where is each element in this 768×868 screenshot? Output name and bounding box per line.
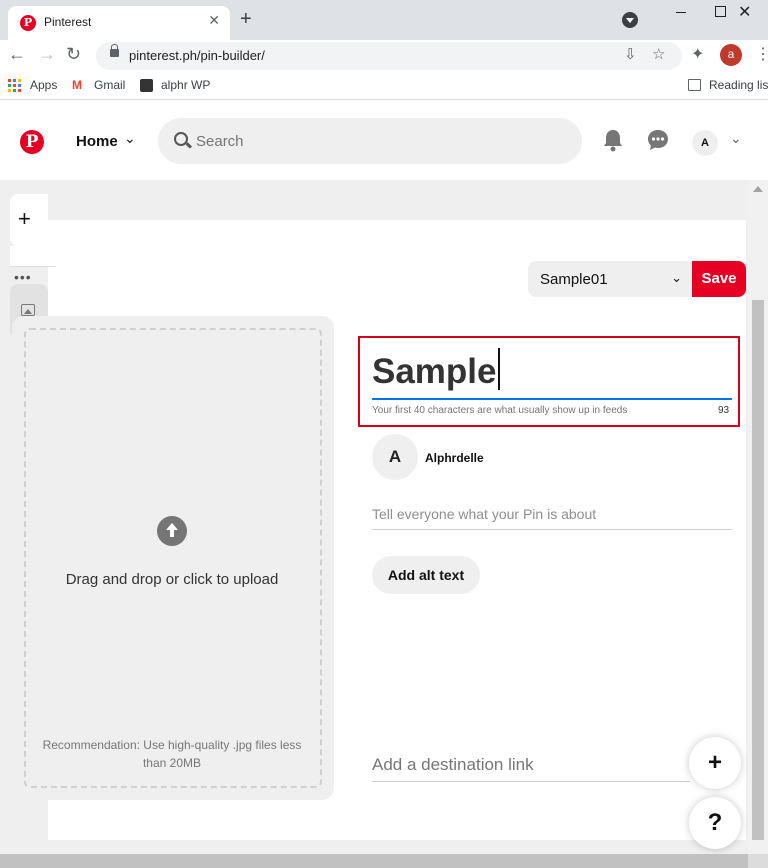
rail-filler — [10, 246, 48, 266]
bookmark-alphr[interactable]: alphr WP — [161, 78, 210, 92]
notifications-bell-icon[interactable] — [602, 128, 624, 152]
title-input[interactable]: Sample — [372, 352, 497, 392]
description-placeholder: Tell everyone what your Pin is about — [372, 506, 597, 522]
account-chevron-down-icon[interactable]: ⌄ — [730, 130, 742, 147]
apps-grid-icon[interactable] — [8, 79, 22, 93]
url-text[interactable]: pinterest.ph/pin-builder/ — [129, 48, 265, 63]
board-name: Sample01 — [540, 271, 608, 288]
destination-link-field[interactable]: Add a destination link — [372, 752, 690, 782]
chrome-menu-icon[interactable]: ⋮ — [755, 44, 768, 64]
rail-divider — [10, 266, 56, 267]
bookmarks-bar: Apps M Gmail alphr WP Reading list — [0, 72, 768, 100]
upload-instructions[interactable]: Drag and drop or click to upload — [62, 570, 282, 590]
window-close-button[interactable]: ✕ — [738, 2, 751, 22]
reading-list-icon[interactable] — [688, 79, 701, 91]
install-app-icon[interactable]: ⇩ — [624, 45, 637, 63]
author-avatar[interactable]: A — [372, 434, 418, 480]
title-focus-underline — [372, 398, 732, 400]
address-bar[interactable]: pinterest.ph/pin-builder/ ⇩ ☆ — [96, 42, 682, 70]
maximize-button[interactable] — [706, 0, 736, 28]
vertical-scrollbar[interactable] — [748, 180, 768, 854]
alphr-icon[interactable] — [140, 79, 153, 92]
minimize-button[interactable] — [666, 0, 696, 28]
chevron-down-icon: ⌄ — [671, 270, 682, 285]
browser-tab[interactable]: P Pinterest ✕ — [8, 6, 230, 40]
tab-title: Pinterest — [44, 15, 92, 29]
image-icon — [21, 304, 35, 316]
description-field[interactable]: Tell everyone what your Pin is about — [372, 504, 732, 530]
home-menu-label[interactable]: Home — [76, 133, 118, 150]
title-hint: Your first 40 characters are what usuall… — [372, 405, 628, 416]
chrome-profile-avatar[interactable]: a — [720, 44, 742, 66]
plus-icon[interactable]: + — [18, 208, 31, 230]
pinterest-logo-icon[interactable]: P — [20, 130, 44, 154]
chevron-down-icon[interactable]: ⌄ — [124, 130, 136, 147]
forward-icon[interactable]: → — [38, 44, 56, 65]
bookmark-apps[interactable]: Apps — [30, 78, 57, 92]
help-button[interactable]: ? — [689, 797, 741, 849]
pinterest-favicon-icon: P — [20, 15, 36, 31]
vertical-scroll-thumb[interactable] — [752, 300, 764, 840]
close-tab-icon[interactable]: ✕ — [208, 12, 220, 29]
messages-icon[interactable] — [646, 128, 670, 152]
reload-icon[interactable]: ↻ — [66, 44, 81, 65]
scrollbar-corner — [748, 854, 768, 868]
bookmark-reading-list[interactable]: Reading list — [709, 78, 768, 92]
search-input[interactable] — [196, 133, 556, 150]
bookmark-star-icon[interactable]: ☆ — [652, 45, 665, 63]
browser-toolbar: ← → ↻ pinterest.ph/pin-builder/ ⇩ ☆ — [0, 40, 768, 72]
tab-strip: P Pinterest ✕ + ✕ — [0, 0, 768, 40]
new-tab-button[interactable]: + — [240, 8, 252, 31]
board-select[interactable]: Sample01 ⌄ — [528, 261, 692, 297]
floating-add-button[interactable]: + — [689, 737, 741, 789]
extensions-icon[interactable]: ✦ — [691, 44, 704, 64]
scroll-up-icon[interactable] — [753, 186, 763, 192]
text-cursor — [498, 348, 500, 390]
tab-search-icon[interactable] — [622, 12, 638, 28]
title-char-count: 93 — [718, 405, 730, 416]
upload-arrow-icon[interactable] — [157, 516, 187, 546]
pinterest-header: P Home ⌄ — [0, 100, 768, 180]
search-bar[interactable] — [158, 118, 582, 164]
search-icon — [174, 132, 188, 146]
bookmark-gmail[interactable]: Gmail — [94, 78, 125, 92]
gmail-icon[interactable]: M — [72, 78, 86, 92]
more-options-icon[interactable]: ••• — [14, 270, 32, 284]
author-name[interactable]: Alphrdelle — [425, 451, 484, 465]
destination-link-placeholder: Add a destination link — [372, 755, 534, 774]
upload-dashed-border — [24, 328, 322, 788]
horizontal-scrollbar[interactable] — [0, 854, 748, 868]
add-alt-text-button[interactable]: Add alt text — [372, 556, 480, 594]
back-icon[interactable]: ← — [8, 44, 26, 65]
user-avatar[interactable]: A — [692, 130, 718, 156]
lock-icon[interactable] — [110, 44, 119, 57]
upload-recommendation: Recommendation: Use high-quality .jpg fi… — [42, 738, 302, 770]
save-button[interactable]: Save — [692, 261, 746, 297]
